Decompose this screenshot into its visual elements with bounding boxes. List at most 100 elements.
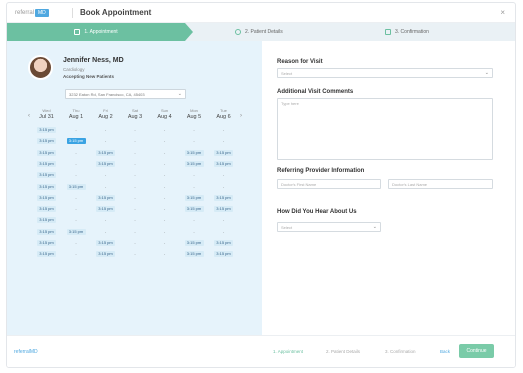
- time-slot-button[interactable]: 3:15 pm: [96, 240, 115, 246]
- no-slot-placeholder: -: [75, 149, 77, 155]
- time-slot-button[interactable]: 3:15 pm: [37, 127, 56, 133]
- continue-button[interactable]: Continue: [459, 344, 494, 358]
- time-slot-button[interactable]: 3:15 pm: [37, 206, 56, 213]
- no-slot-placeholder: -: [163, 183, 166, 189]
- doctor-name: Jennifer Ness, MD: [63, 57, 124, 64]
- no-slot-placeholder: -: [134, 240, 136, 245]
- no-slot-placeholder: -: [75, 217, 77, 223]
- no-slot-placeholder: -: [104, 138, 107, 144]
- time-slot-button[interactable]: 3:15 pm: [37, 138, 56, 145]
- calendar-day-header: Tue Aug 6: [210, 108, 237, 120]
- calendar-day-header: Sun Aug 4: [151, 108, 178, 120]
- time-slot-button[interactable]: 3:15 pm: [214, 251, 233, 258]
- no-slot-placeholder: -: [222, 183, 225, 189]
- progress-steps: 1. Appointment 2. Patient Details 3. Con…: [7, 23, 515, 41]
- no-slot-placeholder: -: [134, 183, 136, 189]
- time-slot-button[interactable]: 3:15 pm: [96, 160, 115, 167]
- chevron-down-icon: ⌄: [484, 70, 489, 76]
- doctor-last-name-input[interactable]: Doctor's Last Name: [388, 179, 493, 189]
- time-slot-button[interactable]: 3:15 pm: [37, 183, 56, 190]
- no-slot-placeholder: -: [104, 183, 107, 189]
- no-slot-placeholder: -: [222, 138, 225, 144]
- no-slot-placeholder: -: [163, 172, 166, 178]
- no-slot-placeholder: -: [163, 206, 166, 212]
- time-slot-button[interactable]: 3:15 pm: [66, 228, 86, 235]
- no-slot-placeholder: -: [163, 240, 166, 245]
- time-slot-button[interactable]: 3:15 pm: [37, 172, 56, 179]
- day-of-week: Mon: [190, 108, 198, 113]
- user-icon: [235, 29, 241, 35]
- time-slot-button[interactable]: 3:15 pm: [66, 138, 86, 145]
- no-slot-placeholder: -: [134, 251, 136, 257]
- comments-textarea[interactable]: Type here: [277, 98, 493, 160]
- time-slot-button[interactable]: 3:15 pm: [184, 251, 204, 258]
- no-slot-placeholder: -: [134, 138, 136, 144]
- close-icon[interactable]: ×: [500, 8, 505, 17]
- time-slot-button[interactable]: 3:15 pm: [96, 194, 115, 201]
- hear-about-select[interactable]: Select ⌄: [277, 222, 381, 232]
- no-slot-placeholder: -: [104, 127, 107, 132]
- modal-footer: referralMD 1. Appointment 2. Patient Det…: [7, 335, 515, 367]
- footer-brand: referralMD: [14, 349, 38, 355]
- time-slot-button[interactable]: 3:15 pm: [184, 206, 204, 213]
- accepting-status: Accepting New Patients: [63, 74, 115, 79]
- time-slot-button[interactable]: 3:15 pm: [37, 240, 56, 246]
- time-slot-button[interactable]: 3:15 pm: [37, 149, 56, 156]
- time-slot-button[interactable]: 3:15 pm: [37, 217, 56, 224]
- no-slot-placeholder: -: [163, 251, 166, 257]
- no-slot-placeholder: -: [163, 160, 166, 166]
- step-confirmation[interactable]: 3. Confirmation: [385, 23, 429, 41]
- time-slot-button[interactable]: 3:15 pm: [184, 194, 204, 201]
- check-icon: [385, 29, 391, 35]
- hear-about-label: How Did You Hear About Us: [277, 209, 357, 215]
- time-slot-button[interactable]: 3:15 pm: [184, 149, 204, 156]
- no-slot-placeholder: -: [193, 228, 195, 234]
- no-slot-placeholder: -: [134, 149, 136, 155]
- referralmd-logo: referral MD: [15, 9, 49, 17]
- modal-header: referral MD Book Appointment ×: [7, 3, 515, 23]
- no-slot-placeholder: -: [75, 172, 77, 178]
- reason-label: Reason for Visit: [277, 59, 323, 65]
- step-patient-details[interactable]: 2. Patient Details: [235, 23, 283, 41]
- day-date: Aug 6: [216, 114, 231, 120]
- provider-panel: Jennifer Ness, MD Cardiology Accepting N…: [7, 41, 262, 335]
- calendar-prev-icon[interactable]: ‹: [28, 113, 30, 119]
- no-slot-placeholder: -: [134, 206, 136, 212]
- day-date: Aug 2: [98, 114, 113, 120]
- no-slot-placeholder: -: [75, 194, 77, 200]
- no-slot-placeholder: -: [134, 194, 136, 200]
- day-date: Aug 4: [157, 114, 172, 120]
- time-slot-button[interactable]: 3:15 pm: [214, 240, 233, 246]
- no-slot-placeholder: -: [222, 228, 225, 234]
- modal-title: Book Appointment: [80, 8, 152, 17]
- no-slot-placeholder: -: [134, 160, 136, 166]
- doctor-first-name-input[interactable]: Doctor's First Name: [277, 179, 381, 189]
- no-slot-placeholder: -: [134, 172, 136, 178]
- time-slot-button[interactable]: 3:15 pm: [184, 160, 204, 167]
- day-date: Jul 31: [39, 114, 54, 120]
- time-slot-button[interactable]: 3:15 pm: [214, 160, 233, 167]
- time-slot-button[interactable]: 3:15 pm: [37, 251, 56, 258]
- chevron-down-icon: ⌄: [372, 224, 377, 230]
- time-slot-button[interactable]: 3:15 pm: [66, 183, 86, 190]
- time-slot-button[interactable]: 3:15 pm: [214, 149, 233, 156]
- back-button[interactable]: Back: [440, 349, 450, 354]
- step-appointment[interactable]: 1. Appointment: [7, 23, 193, 41]
- time-slot-button[interactable]: 3:15 pm: [37, 160, 56, 167]
- time-slot-button[interactable]: 3:15 pm: [96, 149, 115, 156]
- time-slot-button[interactable]: 3:15 pm: [96, 251, 115, 258]
- time-slot-button[interactable]: 3:15 pm: [184, 240, 204, 246]
- time-slot-button[interactable]: 3:15 pm: [214, 206, 233, 213]
- location-select[interactable]: 3232 Eaton Rd, San Francisco, CA, 45403 …: [65, 89, 186, 99]
- time-slot-button[interactable]: 3:15 pm: [214, 194, 233, 201]
- no-slot-placeholder: -: [104, 228, 107, 234]
- calendar-next-icon[interactable]: ›: [240, 113, 242, 119]
- time-slot-button[interactable]: 3:15 pm: [37, 194, 56, 201]
- referring-provider-label: Referring Provider Information: [277, 168, 365, 174]
- time-slot-button[interactable]: 3:15 pm: [37, 228, 56, 235]
- reason-select[interactable]: Select ⌄: [277, 68, 493, 78]
- calendar-day-header: Wed Jul 31: [33, 108, 60, 120]
- day-date: Aug 3: [127, 114, 143, 120]
- time-slot-button[interactable]: 3:15 pm: [96, 206, 115, 213]
- day-of-week: Wed: [42, 108, 51, 113]
